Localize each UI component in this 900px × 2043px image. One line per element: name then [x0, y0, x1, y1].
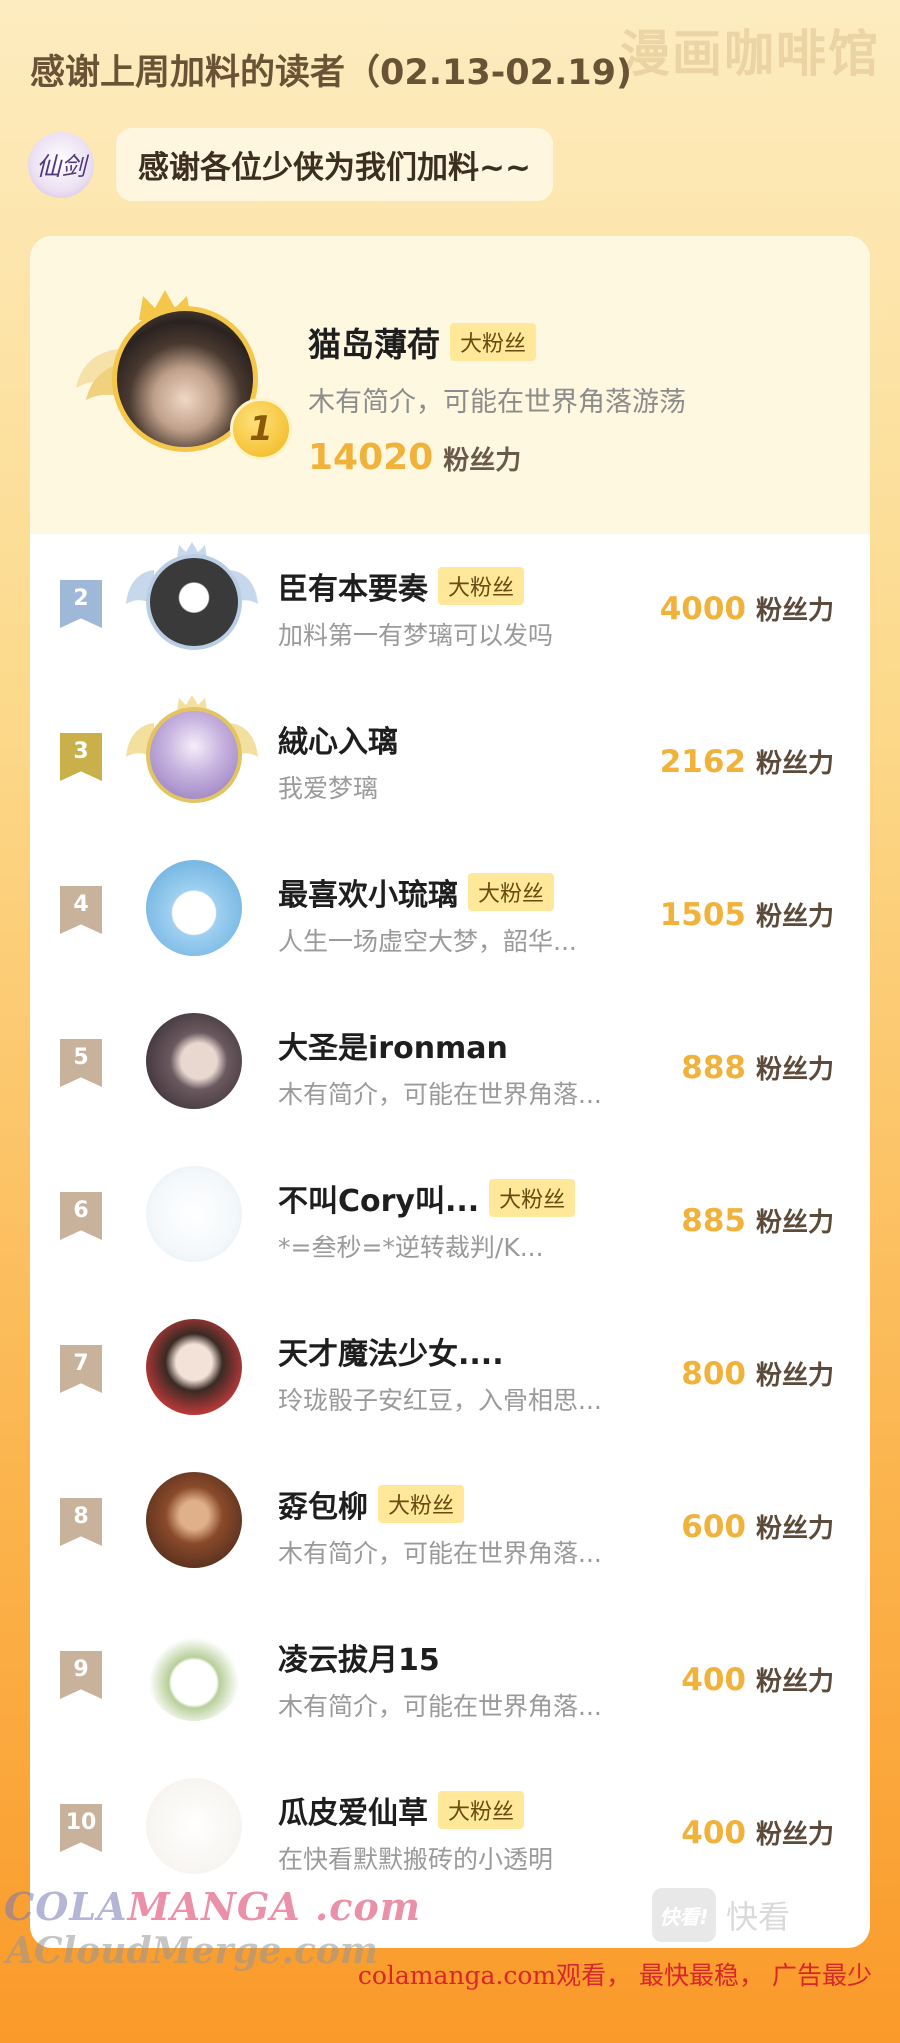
reader-name[interactable]: 臣有本要奏 [278, 564, 428, 608]
avatar[interactable] [146, 707, 242, 803]
top-reader[interactable]: 1 猫岛薄荷 大粉丝 木有简介，可能在世界角落游荡 14020 粉丝力 [30, 236, 870, 534]
reader-row[interactable]: 5 大圣是ironman 木有简介，可能在世界角落... 888 粉丝力 [30, 993, 870, 1146]
reader-row[interactable]: 8 孬包柳 大粉丝木有简介，可能在世界角落... 600 粉丝力 [30, 1452, 870, 1605]
reader-row[interactable]: 3 絨心入璃我爱梦璃 2162 粉丝力 [30, 687, 870, 840]
notice-row: 仙剑 感谢各位少侠为我们加料~~ [28, 128, 553, 201]
reader-bio: 木有简介，可能在世界角落游荡 [308, 387, 686, 418]
reader-bio: *=叁秒=*逆转裁判/K... [278, 1233, 544, 1262]
reader-bio: 在快看默默搬砖的小透明 [278, 1845, 554, 1874]
rank-flag: 5 [60, 1039, 102, 1087]
fan-badge: 大粉丝 [468, 873, 555, 911]
fan-power-label: 粉丝力 [755, 1667, 834, 1697]
avatar-frame [124, 1621, 260, 1731]
avatar[interactable] [146, 860, 242, 956]
fan-power-value: 800 [681, 1356, 746, 1392]
reader-bio: 木有简介，可能在世界角落... [278, 1539, 602, 1568]
reader-name[interactable]: 大圣是ironman [278, 1023, 508, 1067]
fan-power-label: 粉丝力 [755, 1820, 834, 1850]
rank-flag: 8 [60, 1498, 102, 1546]
xianjian-logo: 仙剑 [28, 131, 94, 198]
fan-power-value: 1505 [659, 897, 746, 933]
fan-power-label: 粉丝力 [755, 1361, 834, 1391]
colamanga-watermark: COLAMANGA .com [4, 1884, 421, 1929]
reader-row[interactable]: 6 不叫Cory叫... 大粉丝 *=叁秒=*逆转裁判/K... 885 粉丝力 [30, 1146, 870, 1299]
reader-bio: 玲珑骰子安红豆，入骨相思... [278, 1386, 602, 1415]
fan-power-value: 885 [681, 1203, 746, 1239]
top-avatar-frame: 1 [70, 290, 292, 460]
leaderboard-card: 1 猫岛薄荷 大粉丝 木有简介，可能在世界角落游荡 14020 粉丝力 2 臣有本… [30, 236, 870, 1948]
reader-bio: 木有简介，可能在世界角落... [278, 1692, 602, 1721]
reader-bio: 木有简介，可能在世界角落... [278, 1080, 602, 1109]
fan-power-value: 400 [681, 1815, 746, 1851]
footer-watermark: colamanga.com观看， 最快最稳， 广告最少 [357, 1961, 872, 1990]
watermark-top: 漫画咖啡馆 [620, 25, 880, 83]
avatar-frame [124, 1774, 260, 1884]
reader-name[interactable]: 孬包柳 [278, 1482, 368, 1526]
avatar-frame [124, 695, 260, 813]
rank-flag: 2 [60, 580, 102, 628]
fan-badge: 大粉丝 [489, 1179, 576, 1217]
fan-power-label: 粉丝力 [755, 1514, 834, 1544]
notice-bubble: 感谢各位少侠为我们加料~~ [116, 128, 553, 201]
fan-power-value: 400 [681, 1662, 746, 1698]
fan-power-value: 600 [681, 1509, 746, 1545]
fan-power-label: 粉丝力 [755, 749, 834, 779]
fan-power-value: 2162 [659, 744, 746, 780]
reader-name[interactable]: 凌云拔月15 [278, 1635, 440, 1679]
fan-badge: 大粉丝 [438, 567, 525, 605]
acloudmerge-watermark: ACloudMerge.com [6, 1930, 378, 1972]
reader-name[interactable]: 不叫Cory叫... [278, 1176, 479, 1220]
fan-badge: 大粉丝 [378, 1485, 465, 1523]
reader-bio: 我爱梦璃 [278, 774, 379, 803]
rank-flag: 7 [60, 1345, 102, 1393]
fan-badge: 大粉丝 [438, 1791, 525, 1829]
avatar[interactable] [146, 554, 242, 650]
rank-flag: 4 [60, 886, 102, 934]
fan-power-label: 粉丝力 [755, 1055, 834, 1085]
reader-bio: 人生一场虚空大梦，韶华... [278, 927, 577, 956]
avatar[interactable] [146, 1166, 242, 1262]
rank-flag: 9 [60, 1651, 102, 1699]
avatar[interactable] [146, 1319, 242, 1415]
fan-badge: 大粉丝 [450, 323, 537, 361]
fan-power-label: 粉丝力 [755, 902, 834, 932]
fan-power-label: 粉丝力 [443, 446, 522, 476]
avatar-frame [124, 1468, 260, 1578]
rank-flag: 3 [60, 733, 102, 781]
rank-badge: 1 [230, 398, 292, 460]
avatar[interactable] [146, 1013, 242, 1109]
avatar[interactable] [146, 1778, 242, 1874]
fan-power-value: 4000 [659, 591, 746, 627]
reader-row[interactable]: 9 凌云拔月15 木有简介，可能在世界角落... 400 粉丝力 [30, 1605, 870, 1758]
avatar[interactable] [146, 1625, 242, 1721]
avatar-frame [124, 856, 260, 966]
avatar-frame [124, 542, 260, 660]
reader-name[interactable]: 最喜欢小琉璃 [278, 870, 458, 914]
reader-name[interactable]: 絨心入璃 [278, 717, 398, 761]
kuaikan-icon: 快看! [652, 1888, 716, 1942]
page-title: 感谢上周加料的读者（02.13-02.19) [30, 53, 632, 93]
reader-row[interactable]: 4 最喜欢小琉璃 大粉丝人生一场虚空大梦，韶华... 1505 粉丝力 [30, 840, 870, 993]
reader-name[interactable]: 天才魔法少女.... [278, 1329, 504, 1373]
reader-row[interactable]: 7 天才魔法少女.... 玲珑骰子安红豆，入骨相思... 800 粉丝力 [30, 1299, 870, 1452]
reader-row[interactable]: 2 臣有本要奏 大粉丝加料第一有梦璃可以发吗 4000 粉丝力 [30, 534, 870, 687]
rank-flag: 10 [60, 1804, 102, 1852]
avatar-frame [124, 1315, 260, 1425]
kuaikan-logo: 快看! 快看 [652, 1888, 790, 1942]
fan-power-value: 888 [681, 1050, 746, 1086]
avatar-frame [124, 1162, 260, 1272]
kuaikan-text: 快看 [726, 1898, 791, 1936]
rank-flag: 6 [60, 1192, 102, 1240]
reader-bio: 加料第一有梦璃可以发吗 [278, 621, 554, 650]
avatar[interactable] [146, 1472, 242, 1568]
fan-power-value: 14020 [308, 437, 434, 478]
reader-name[interactable]: 瓜皮爱仙草 [278, 1788, 428, 1832]
avatar-frame [124, 1009, 260, 1119]
fan-power-label: 粉丝力 [755, 1208, 834, 1238]
reader-name[interactable]: 猫岛薄荷 [308, 318, 440, 366]
fan-power-label: 粉丝力 [755, 596, 834, 626]
